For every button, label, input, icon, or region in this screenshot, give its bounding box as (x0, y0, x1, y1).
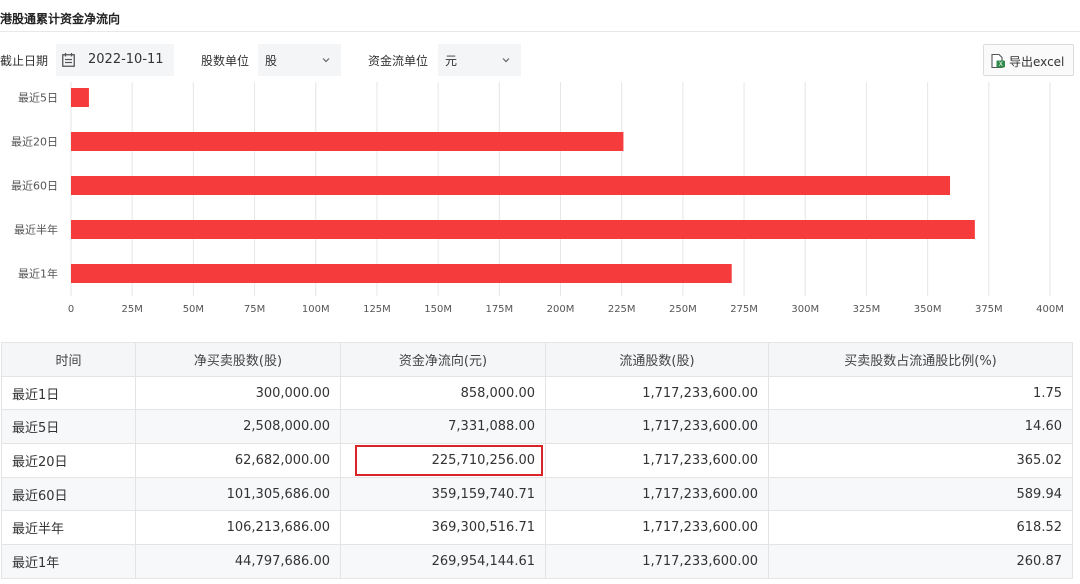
x-tick-label: 350M (914, 304, 942, 315)
table-cell: 1,717,233,600.00 (545, 443, 769, 478)
category-label: 最近60日 (11, 180, 58, 193)
x-tick-label: 275M (730, 304, 758, 315)
bar-chart: 最近5日最近20日最近60日最近半年最近1年 0 25M 50M 75M 100M 125… (11, 82, 1064, 315)
x-tick-label: 375M (975, 304, 1003, 315)
date-picker[interactable]: 2022-10-11 (56, 44, 174, 76)
table-cell: 101,305,686.00 (135, 476, 341, 512)
table-row: 最近半年 106,213,686.00 369,300,516.71 1,717,23… (1, 510, 1073, 546)
toolbar: 截止日期 2022-10-11 股数单位 股 资金流单位 元 X 导出excel (0, 44, 1080, 76)
table-cell: 14.60 (768, 409, 1073, 445)
x-tick-label: 175M (485, 304, 513, 315)
table-cell: 最近60日 (1, 476, 136, 512)
x-tick-label: 25M (122, 304, 143, 315)
x-tick-label: 250M (669, 304, 697, 315)
table-header-row: 时间 净买卖股数(股) 资金净流向(元) 流通股数(股) 买卖股数占流通股比例(… (1, 342, 1073, 377)
excel-export-icon: X (991, 53, 1005, 68)
table-cell: 269,954,144.61 (340, 544, 546, 579)
share-unit-value: 股 (265, 54, 278, 68)
chevron-down-icon (502, 58, 510, 63)
x-tick-label: 225M (608, 304, 636, 315)
bar[interactable] (71, 88, 89, 107)
x-tick-label: 300M (791, 304, 819, 315)
table-cell: 1,717,233,600.00 (545, 409, 769, 445)
date-value: 2022-10-11 (88, 52, 164, 67)
export-excel-button[interactable]: X 导出excel (983, 44, 1074, 76)
column-header-net-flow: 资金净流向(元) (340, 342, 546, 377)
category-label: 最近5日 (18, 92, 58, 105)
column-header-net-shares: 净买卖股数(股) (135, 342, 341, 377)
highlighted-value: 225,710,256.00 (431, 452, 535, 468)
date-label: 截止日期 (0, 54, 49, 68)
bar[interactable] (71, 132, 624, 151)
column-header-time: 时间 (1, 342, 136, 377)
table-cell: 最近1年 (1, 544, 136, 579)
svg-text:X: X (999, 61, 1003, 68)
table-cell: 106,213,686.00 (135, 510, 341, 546)
table-cell: 589.94 (768, 476, 1073, 512)
category-label: 最近1年 (18, 267, 58, 281)
chart-bars (71, 88, 975, 283)
chevron-down-icon (322, 58, 330, 63)
table-row: 最近60日 101,305,686.00 359,159,740.71 1,717,2… (1, 476, 1073, 512)
table-cell: 369,300,516.71 (340, 510, 546, 546)
x-tick-label: 150M (424, 304, 452, 315)
x-tick-label: 125M (363, 304, 391, 315)
bar[interactable] (71, 220, 975, 239)
table-row: 最近5日 2,508,000.00 7,331,088.00 1,717,233,60… (1, 409, 1073, 445)
column-header-float-shares: 流通股数(股) (545, 342, 769, 377)
table-cell: 1,717,233,600.00 (545, 544, 769, 579)
share-unit-select[interactable]: 股 (258, 44, 341, 76)
table-row: 最近1年 44,797,686.00 269,954,144.61 1,717,233… (1, 544, 1073, 579)
column-header-ratio: 买卖股数占流通股比例(%) (768, 342, 1073, 377)
x-tick-label: 325M (853, 304, 881, 315)
table-cell: 260.87 (768, 544, 1073, 579)
calendar-icon (62, 53, 75, 67)
table-cell: 最近1日 (1, 375, 136, 411)
bar[interactable] (71, 176, 951, 195)
table-cell: 2,508,000.00 (135, 409, 341, 445)
table-cell: 最近半年 (1, 510, 136, 546)
x-tick-label: 200M (547, 304, 575, 315)
title-bar: 港股通累计资金净流向 (0, 0, 1080, 32)
table-cell: 858,000.00 (340, 375, 546, 411)
table-cell: 最近5日 (1, 409, 136, 445)
bar[interactable] (71, 264, 732, 283)
table-cell: 1.75 (768, 375, 1073, 411)
table-cell: 365.02 (768, 443, 1073, 478)
export-excel-label: 导出excel (1009, 55, 1065, 69)
category-label: 最近半年 (14, 223, 58, 237)
table-row: 最近20日 62,682,000.00 225,710,256.00 1,717,23… (1, 443, 1073, 478)
x-tick-label: 50M (183, 304, 204, 315)
table-cell: 最近20日 (1, 443, 136, 478)
table-row: 最近1日 300,000.00 858,000.00 1,717,233,600.00… (1, 375, 1073, 411)
fund-unit-value: 元 (445, 54, 458, 68)
chart-category-labels: 最近5日最近20日最近60日最近半年最近1年 (11, 92, 58, 281)
table-cell: 300,000.00 (135, 375, 341, 411)
share-unit-label: 股数单位 (201, 54, 250, 68)
fund-unit-label: 资金流单位 (368, 54, 429, 68)
page-title: 港股通累计资金净流向 (0, 12, 121, 26)
table-cell: 225,710,256.00 (340, 443, 546, 478)
x-tick-label: 400M (1036, 304, 1064, 315)
table-cell: 359,159,740.71 (340, 476, 546, 512)
table-cell: 618.52 (768, 510, 1073, 546)
table-cell: 1,717,233,600.00 (545, 510, 769, 546)
table-cell: 1,717,233,600.00 (545, 476, 769, 512)
data-table: 时间 净买卖股数(股) 资金净流向(元) 流通股数(股) 买卖股数占流通股比例(… (1, 342, 1073, 579)
chart-tick-labels: 0 25M 50M 75M 100M 125M 150M 175M 200M 225M 250M 27… (68, 304, 1064, 315)
table-cell: 7,331,088.00 (340, 409, 546, 445)
table-cell: 1,717,233,600.00 (545, 375, 769, 411)
table-cell: 44,797,686.00 (135, 544, 341, 579)
x-tick-label: 100M (302, 304, 330, 315)
table-cell: 62,682,000.00 (135, 443, 341, 478)
x-tick-label: 0 (68, 304, 74, 315)
x-tick-label: 75M (244, 304, 265, 315)
category-label: 最近20日 (11, 136, 58, 149)
fund-unit-select[interactable]: 元 (438, 44, 521, 76)
